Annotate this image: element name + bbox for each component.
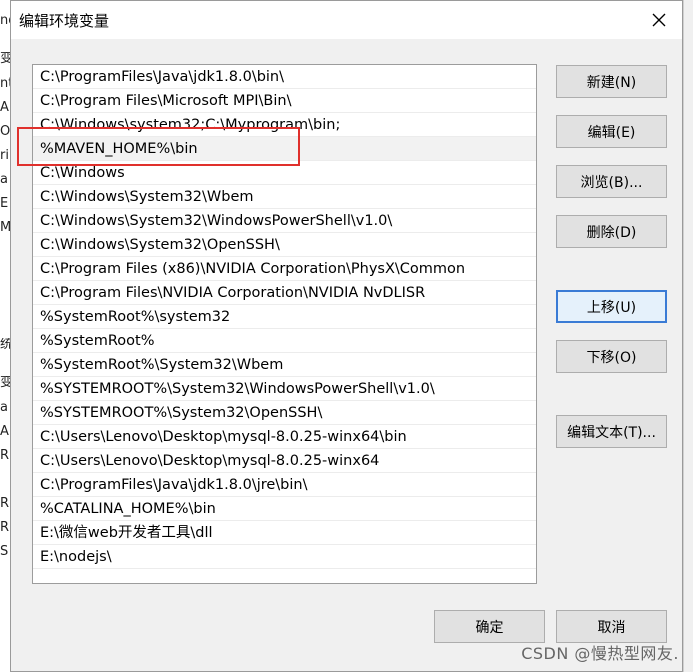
list-item[interactable]: %SystemRoot% [33, 329, 536, 353]
title-bar: 编辑环境变量 [11, 1, 682, 39]
move-up-button[interactable]: 上移(U) [556, 290, 667, 323]
background-window-edge-right [683, 0, 693, 672]
background-text: A [0, 425, 9, 439]
list-item[interactable]: E:\微信web开发者工具\dll [33, 521, 536, 545]
edit-text-button[interactable]: 编辑文本(T)... [556, 415, 667, 448]
list-item[interactable]: C:\Windows\System32\OpenSSH\ [33, 233, 536, 257]
delete-button[interactable]: 删除(D) [556, 215, 667, 248]
background-text: R [0, 497, 10, 511]
background-text: 变 [0, 52, 10, 66]
background-text: nd [0, 14, 10, 28]
list-item[interactable]: C:\ProgramFiles\Java\jdk1.8.0\bin\ [33, 65, 536, 89]
list-item[interactable]: %SYSTEMROOT%\System32\OpenSSH\ [33, 401, 536, 425]
cancel-button[interactable]: 取消 [556, 610, 667, 643]
list-item[interactable]: C:\Program Files (x86)\NVIDIA Corporatio… [33, 257, 536, 281]
background-text: 统 [0, 338, 10, 352]
list-item-selected[interactable]: %MAVEN_HOME%\bin [33, 137, 536, 161]
path-list[interactable]: C:\ProgramFiles\Java\jdk1.8.0\bin\ C:\Pr… [32, 64, 537, 584]
background-text: S [0, 545, 9, 559]
dialog-title: 编辑环境变量 [19, 12, 110, 30]
background-text: A [0, 101, 9, 115]
edit-button[interactable]: 编辑(E) [556, 115, 667, 148]
list-item[interactable]: %SYSTEMROOT%\System32\WindowsPowerShell\… [33, 377, 536, 401]
background-text: E [0, 197, 9, 211]
list-item[interactable]: C:\Windows\System32\WindowsPowerShell\v1… [33, 209, 536, 233]
background-text: R [0, 521, 10, 535]
list-item[interactable]: C:\ProgramFiles\Java\jdk1.8.0\jre\bin\ [33, 473, 536, 497]
list-item[interactable]: %CATALINA_HOME%\bin [33, 497, 536, 521]
list-item[interactable]: %SystemRoot%\system32 [33, 305, 536, 329]
list-item[interactable]: C:\Users\Lenovo\Desktop\mysql-8.0.25-win… [33, 425, 536, 449]
new-button[interactable]: 新建(N) [556, 65, 667, 98]
background-text: M [0, 221, 10, 235]
close-icon[interactable] [648, 9, 670, 31]
background-text: R [0, 449, 10, 463]
list-item[interactable]: C:\Windows\system32;C:\Myprogram\bin; [33, 113, 536, 137]
list-item[interactable]: %SystemRoot%\System32\Wbem [33, 353, 536, 377]
list-item[interactable]: C:\Program Files\Microsoft MPI\Bin\ [33, 89, 536, 113]
list-item[interactable]: C:\Windows\System32\Wbem [33, 185, 536, 209]
list-item[interactable]: C:\Windows [33, 161, 536, 185]
background-text: nt [0, 77, 10, 91]
watermark: CSDN @慢热型网友. [521, 644, 679, 663]
move-down-button[interactable]: 下移(O) [556, 340, 667, 373]
background-text: 变 [0, 376, 10, 390]
list-item[interactable]: C:\Program Files\NVIDIA Corporation\NVID… [33, 281, 536, 305]
background-text: a [0, 173, 8, 187]
list-item[interactable]: E:\nodejs\ [33, 545, 536, 569]
ok-button[interactable]: 确定 [434, 610, 545, 643]
background-text: ri [0, 149, 9, 163]
browse-button[interactable]: 浏览(B)... [556, 165, 667, 198]
background-text: Or [0, 125, 10, 139]
list-item[interactable]: C:\Users\Lenovo\Desktop\mysql-8.0.25-win… [33, 449, 536, 473]
background-text: a [0, 401, 8, 415]
edit-env-variable-dialog: 编辑环境变量 C:\ProgramFiles\Java\jdk1.8.0\bin… [10, 0, 683, 672]
